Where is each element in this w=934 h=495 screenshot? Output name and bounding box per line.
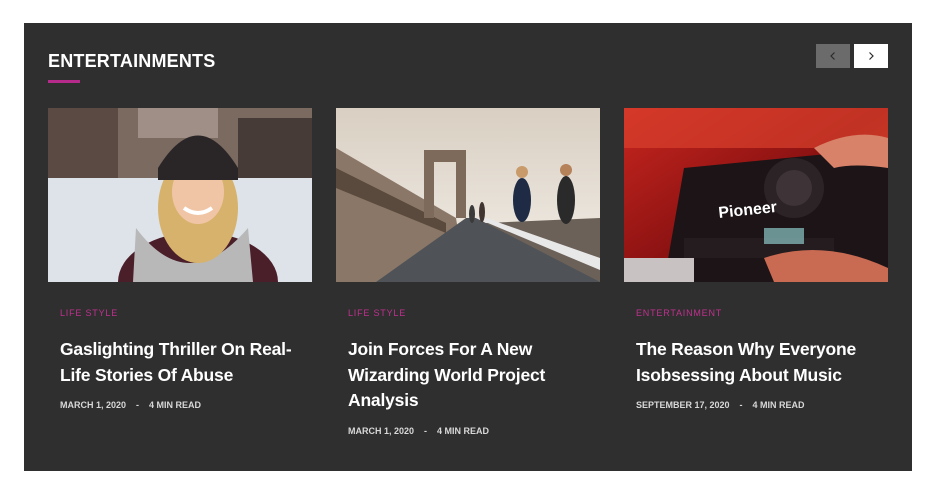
chevron-left-icon: [830, 52, 835, 60]
post-card[interactable]: LIFE STYLE Gaslighting Thriller On Real-…: [48, 108, 312, 410]
meta-separator: -: [136, 400, 140, 410]
carousel-next-button[interactable]: [854, 44, 888, 68]
post-title[interactable]: Gaslighting Thriller On Real-Life Storie…: [60, 337, 300, 388]
carousel-prev-button[interactable]: [816, 44, 850, 68]
post-thumbnail[interactable]: [336, 108, 600, 282]
title-underline: [48, 80, 80, 83]
post-card[interactable]: LIFE STYLE Join Forces For A New Wizardi…: [336, 108, 600, 436]
post-meta: SEPTEMBER 17, 2020 - 4 MIN READ: [636, 400, 888, 410]
dj-mixer-image: Pioneer: [624, 108, 888, 282]
woman-portrait-image: [48, 108, 312, 282]
entertainments-section: ENTERTAINMENTS LIFE STYLE Gaslighting Th…: [24, 23, 912, 471]
meta-separator: -: [739, 400, 743, 410]
post-date: SEPTEMBER 17, 2020: [636, 400, 730, 410]
bridge-runners-image: [336, 108, 600, 282]
section-title: ENTERTAINMENTS: [48, 51, 216, 71]
post-category[interactable]: ENTERTAINMENT: [636, 308, 888, 320]
post-read-time: 4 MIN READ: [149, 400, 202, 410]
post-card[interactable]: Pioneer ENTERTAINMENT The Reason Why Eve…: [624, 108, 888, 410]
post-category[interactable]: LIFE STYLE: [60, 308, 312, 320]
post-read-time: 4 MIN READ: [437, 425, 490, 436]
post-meta: MARCH 1, 2020 - 4 MIN READ: [60, 400, 312, 410]
post-title[interactable]: Join Forces For A New Wizarding World Pr…: [348, 337, 588, 414]
chevron-right-icon: [869, 52, 874, 60]
post-thumbnail[interactable]: Pioneer: [624, 108, 888, 282]
post-date: MARCH 1, 2020: [60, 400, 127, 410]
post-read-time: 4 MIN READ: [752, 400, 805, 410]
post-thumbnail[interactable]: [48, 108, 312, 282]
post-title[interactable]: The Reason Why Everyone Isobsessing Abou…: [636, 337, 876, 388]
meta-separator: -: [424, 425, 428, 436]
post-meta: MARCH 1, 2020 - 4 MIN READ: [348, 426, 600, 436]
post-category[interactable]: LIFE STYLE: [348, 308, 600, 320]
post-date: MARCH 1, 2020: [348, 425, 415, 436]
